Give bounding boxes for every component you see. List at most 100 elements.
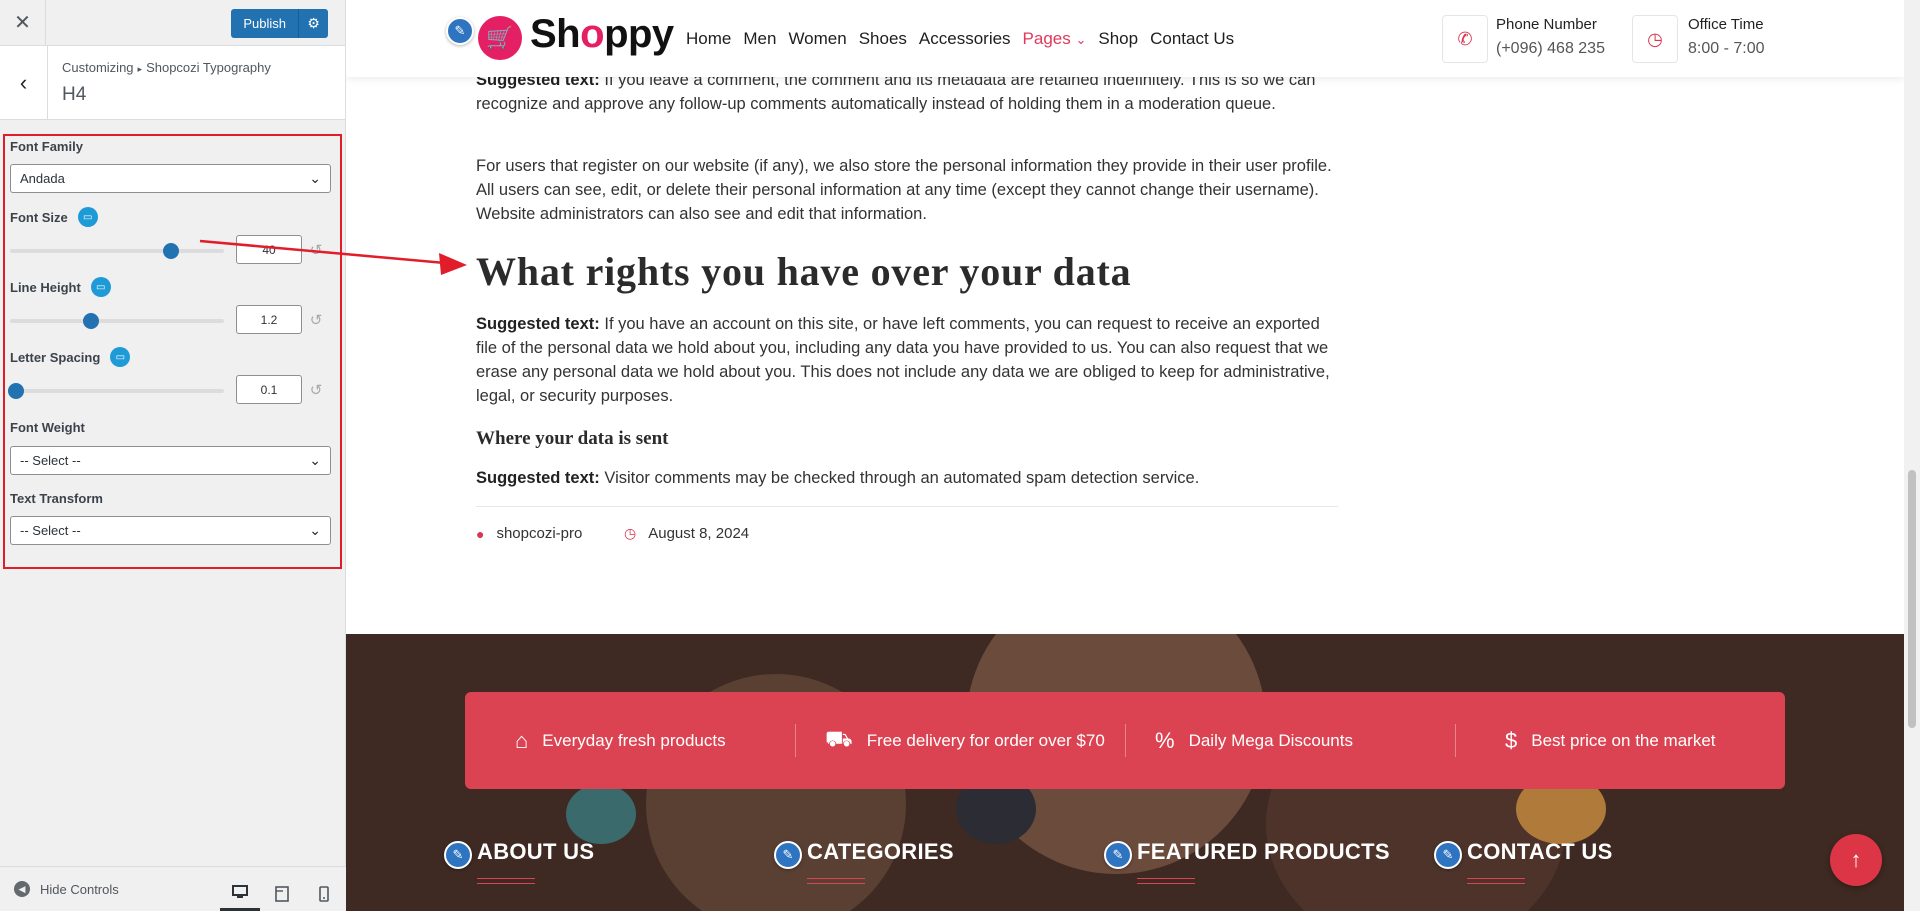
divider: [1455, 724, 1456, 757]
clock-icon: ◷: [1632, 15, 1678, 63]
user-icon: ●: [476, 525, 485, 542]
breadcrumb: Customizing ▸ Shopcozi Typography: [62, 60, 271, 75]
section-header: ‹ Customizing ▸ Shopcozi Typography H4: [0, 46, 345, 120]
customizer-header: ✕ Publish ⚙: [0, 0, 345, 46]
letter-spacing-label: Letter Spacing ▭: [10, 347, 131, 367]
reset-icon[interactable]: ↺: [308, 382, 324, 399]
font-weight-value: -- Select --: [20, 453, 81, 468]
line-height-label: Line Height ▭: [10, 277, 111, 297]
divider: [1467, 878, 1525, 884]
text-transform-select[interactable]: -- Select -- ⌄: [10, 516, 331, 545]
heading-data-sent: Where your data is sent: [476, 428, 669, 449]
scrollbar-thumb[interactable]: [1908, 470, 1916, 728]
chevron-down-icon: ⌄: [1075, 32, 1087, 47]
footer-background-image: [566, 784, 636, 844]
nav-shop[interactable]: Shop: [1098, 29, 1138, 49]
site-logo[interactable]: Shoppy: [530, 12, 674, 57]
feature-item: ⌂ Everyday fresh products: [515, 727, 726, 753]
gear-icon[interactable]: ⚙: [298, 9, 328, 38]
font-weight-select[interactable]: -- Select -- ⌄: [10, 446, 331, 475]
feature-item: ⛟ Free delivery for order over $70: [825, 692, 1105, 789]
divider: [477, 878, 535, 884]
reset-icon[interactable]: ↺: [308, 312, 324, 329]
nav-accessories[interactable]: Accessories: [919, 29, 1011, 49]
font-family-select[interactable]: Andada ⌄: [10, 164, 331, 193]
nav-contact-us[interactable]: Contact Us: [1150, 29, 1234, 49]
hide-controls-button[interactable]: ◀ Hide Controls: [14, 881, 119, 897]
divider: [1125, 724, 1126, 757]
features-bar: ⌂ Everyday fresh products ⛟ Free delivery …: [465, 692, 1785, 789]
breadcrumb-section: Shopcozi Typography: [146, 60, 271, 75]
font-family-label: Font Family: [10, 139, 83, 154]
font-size-label: Font Size ▭: [10, 207, 98, 227]
back-arrow-icon[interactable]: ‹: [0, 46, 48, 119]
site-preview: Suggested text: If you leave a comment, …: [346, 0, 1920, 911]
divider: [1137, 878, 1195, 884]
font-size-slider[interactable]: [10, 243, 224, 259]
nav-pages[interactable]: Pages ⌄: [1023, 29, 1087, 49]
breadcrumb-separator-icon: ▸: [137, 64, 143, 74]
chevron-down-icon: ⌄: [309, 170, 321, 186]
edit-shortcut-icon[interactable]: ✎: [1434, 841, 1462, 869]
phone-label: Phone Number: [1496, 16, 1597, 33]
divider: [476, 506, 1338, 507]
main-nav: Home Men Women Shoes Accessories Pages ⌄…: [686, 29, 1246, 49]
font-weight-label: Font Weight: [10, 420, 85, 435]
cart-logo-icon[interactable]: 🛒: [478, 16, 522, 60]
nav-women[interactable]: Women: [788, 29, 846, 49]
letter-spacing-input[interactable]: 0.1: [236, 375, 302, 404]
feature-item: % Daily Mega Discounts: [1155, 727, 1353, 753]
divider: [795, 724, 796, 757]
edit-shortcut-icon[interactable]: ✎: [1104, 841, 1132, 869]
phone-icon: ✆: [1442, 15, 1488, 63]
responsive-monitor-icon[interactable]: ▭: [110, 347, 131, 367]
clock-icon: ◷: [624, 525, 637, 541]
nav-shoes[interactable]: Shoes: [859, 29, 907, 49]
collapse-icon: ◀: [14, 881, 30, 897]
text-transform-value: -- Select --: [20, 523, 81, 538]
money-bag-icon: $: [1505, 727, 1518, 753]
tablet-preview-icon[interactable]: [262, 875, 302, 911]
edit-shortcut-icon[interactable]: ✎: [444, 841, 472, 869]
customizer-footer: ◀ Hide Controls: [0, 866, 346, 911]
chevron-down-icon: ⌄: [309, 522, 321, 538]
line-height-slider[interactable]: [10, 313, 224, 329]
nav-home[interactable]: Home: [686, 29, 731, 49]
office-time-value: 8:00 - 7:00: [1688, 40, 1765, 57]
feature-item: $ Best price on the market: [1505, 727, 1716, 753]
footer-heading-contact: CONTACT US: [1467, 839, 1613, 864]
post-date[interactable]: ◷ August 8, 2024: [624, 525, 749, 542]
car-icon: ⛟: [825, 726, 853, 751]
publish-group: Publish ⚙: [231, 9, 328, 38]
annotation-arrow: [199, 239, 467, 275]
percent-icon: %: [1155, 727, 1175, 753]
edit-shortcut-icon[interactable]: ✎: [446, 17, 474, 45]
breadcrumb-root: Customizing: [62, 60, 134, 75]
desktop-preview-icon[interactable]: [220, 875, 260, 911]
edit-shortcut-icon[interactable]: ✎: [774, 841, 802, 869]
hide-controls-label: Hide Controls: [40, 881, 119, 897]
responsive-monitor-icon[interactable]: ▭: [77, 207, 98, 227]
paragraph-data-sent: Suggested text: Visitor comments may be …: [476, 469, 1200, 487]
scrollbar[interactable]: [1904, 0, 1920, 911]
mobile-preview-icon[interactable]: [304, 875, 344, 911]
post-author[interactable]: ● shopcozi-pro: [476, 525, 582, 542]
text-transform-label: Text Transform: [10, 491, 103, 506]
section-title: H4: [62, 84, 87, 105]
responsive-monitor-icon[interactable]: ▭: [90, 277, 111, 297]
font-family-value: Andada: [20, 171, 65, 186]
letter-spacing-slider[interactable]: [8, 383, 224, 399]
nav-men[interactable]: Men: [743, 29, 776, 49]
chevron-down-icon: ⌄: [309, 452, 321, 468]
paragraph-rights: Suggested text: If you have an account o…: [476, 315, 1330, 405]
store-icon: ⌂: [515, 727, 529, 753]
font-size-slider-handle[interactable]: [162, 243, 179, 259]
divider: [807, 878, 865, 884]
line-height-input[interactable]: 1.2: [236, 305, 302, 334]
footer-heading-categories: CATEGORIES: [807, 839, 954, 864]
close-icon[interactable]: ✕: [0, 0, 46, 45]
site-header: ✎ 🛒 Shoppy Home Men Women Shoes Accessor…: [346, 0, 1904, 77]
publish-button[interactable]: Publish: [231, 9, 298, 38]
footer-heading-featured: FEATURED PRODUCTS: [1137, 839, 1390, 864]
scroll-to-top-button[interactable]: ↑: [1830, 834, 1882, 886]
